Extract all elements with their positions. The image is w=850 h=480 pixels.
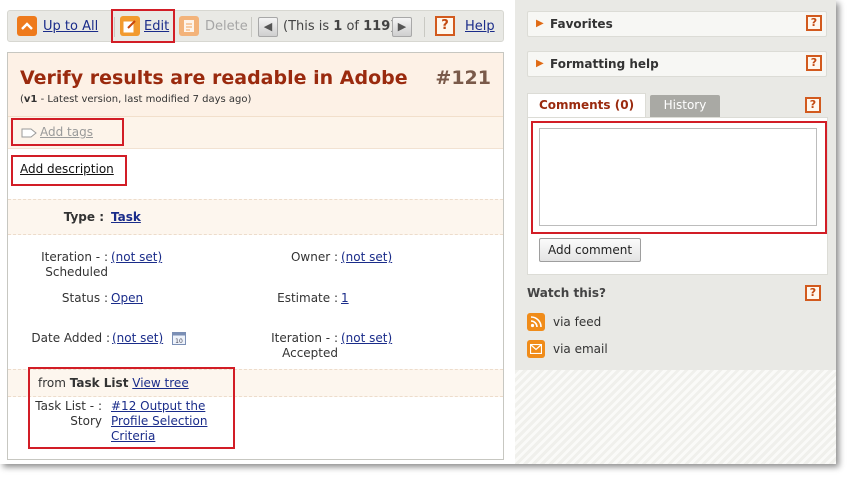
from-prefix: from <box>38 376 70 390</box>
calendar-icon[interactable]: 10 <box>172 331 186 348</box>
estimate-label: Estimate : <box>277 291 338 305</box>
add-description-link[interactable]: Add description <box>20 162 114 176</box>
item-card: Verify results are readable in Adobe #12… <box>7 52 504 460</box>
up-to-all-label[interactable]: Up to All <box>43 16 98 38</box>
pager: ◀ (This is 1 of 119) ▶ <box>258 16 414 38</box>
version-info: (v1 - Latest version, last modified 7 da… <box>20 94 251 105</box>
via-feed-label[interactable]: via feed <box>553 315 601 329</box>
next-arrow-icon[interactable]: ▶ <box>392 17 412 37</box>
pager-current: 1 <box>333 19 343 34</box>
item-number: #121 <box>435 67 491 89</box>
toolbar: Up to All Edit Delete ◀ (This is 1 of 11… <box>7 10 504 42</box>
via-email-label[interactable]: via email <box>553 342 608 356</box>
date-added-label: Date Added : <box>31 331 110 345</box>
iteration-scheduled-label: Iteration - : Scheduled <box>18 250 108 280</box>
formatting-help-label: Formatting help <box>550 57 659 71</box>
comments-help-icon[interactable]: ? <box>805 97 821 113</box>
status-label: Status : <box>61 291 108 305</box>
help-label[interactable]: Help <box>465 16 495 38</box>
svg-text:10: 10 <box>175 338 183 345</box>
type-label: Type : <box>63 210 104 224</box>
owner-label: Owner : <box>290 250 338 264</box>
iteration-scheduled-value[interactable]: (not set) <box>111 250 162 265</box>
formatting-help-section[interactable]: ▶ Formatting help ? <box>527 51 827 77</box>
delete-document-icon <box>179 16 199 36</box>
delete-label: Delete <box>205 19 248 34</box>
version-number: v1 <box>23 94 38 105</box>
favorites-help-icon[interactable]: ? <box>806 15 822 31</box>
watch-title: Watch this? <box>527 286 606 300</box>
item-header: Verify results are readable in Adobe #12… <box>8 53 503 117</box>
toolbar-divider <box>251 17 252 37</box>
tag-icon <box>21 126 37 143</box>
tab-history[interactable]: History <box>650 95 720 117</box>
up-to-all-button[interactable]: Up to All <box>17 16 107 38</box>
edit-button[interactable]: Edit <box>120 16 172 38</box>
iteration-accepted-value[interactable]: (not set) <box>341 331 392 346</box>
watch-help-icon[interactable]: ? <box>805 285 821 301</box>
version-note: - Latest version, last modified 7 days a… <box>37 94 252 105</box>
expand-arrow-icon: ▶ <box>536 18 544 29</box>
view-tree-link[interactable]: View tree <box>132 376 188 390</box>
previous-arrow-icon[interactable]: ◀ <box>258 17 278 37</box>
from-row: from Task List View tree <box>8 369 503 397</box>
add-tags-link[interactable]: Add tags <box>40 125 93 139</box>
story-label-line1: Task List - : <box>35 399 102 413</box>
pager-total: 119 <box>363 19 391 34</box>
tags-row: Add tags <box>8 117 503 149</box>
sidebar-background-pattern <box>515 370 836 464</box>
formatting-help-icon[interactable]: ? <box>806 55 822 71</box>
toolbar-divider <box>114 17 115 37</box>
expand-arrow-icon: ▶ <box>536 58 544 69</box>
via-email-link[interactable]: via email <box>527 340 647 360</box>
email-envelope-icon <box>527 340 545 358</box>
story-label-line2: Story <box>70 414 102 428</box>
pager-prefix: (This is <box>283 19 334 34</box>
add-comment-button[interactable]: Add comment <box>539 238 641 262</box>
item-title: Verify results are readable in Adobe <box>20 67 408 89</box>
story-label: Task List - : Story <box>18 399 102 429</box>
edit-label[interactable]: Edit <box>144 16 169 38</box>
toolbar-divider <box>424 17 425 37</box>
iteration-accepted-label-line1: Iteration - : <box>271 331 338 345</box>
story-link-line1[interactable]: #12 Output the <box>111 399 205 413</box>
iteration-scheduled-label-line2: Scheduled <box>45 265 108 279</box>
type-value-link[interactable]: Task <box>111 210 141 225</box>
tab-comments[interactable]: Comments (0) <box>527 93 646 117</box>
iteration-accepted-label: Iteration - : Accepted <box>248 331 338 361</box>
description-row: Add description <box>8 149 503 199</box>
help-icon: ? <box>435 16 455 36</box>
help-button[interactable]: ? Help <box>435 16 497 38</box>
iteration-accepted-label-line2: Accepted <box>282 346 338 360</box>
pager-text: (This is 1 of 119) <box>283 16 395 38</box>
rss-feed-icon <box>527 313 545 331</box>
type-row: Type : Task <box>8 199 503 235</box>
from-text: from Task List View tree <box>38 376 189 390</box>
status-value[interactable]: Open <box>111 291 143 306</box>
delete-button[interactable]: Delete <box>179 16 249 38</box>
favorites-label: Favorites <box>550 17 613 31</box>
edit-pencil-icon <box>120 16 140 36</box>
story-link-line3[interactable]: Criteria <box>111 429 155 443</box>
from-type: Task List <box>69 376 129 390</box>
favorites-section[interactable]: ▶ Favorites ? <box>527 11 827 37</box>
up-arrow-icon <box>17 16 37 36</box>
via-feed-link[interactable]: via feed <box>527 313 647 333</box>
iteration-scheduled-label-line1: Iteration - : <box>41 250 108 264</box>
comment-textarea[interactable] <box>539 128 817 226</box>
owner-value[interactable]: (not set) <box>341 250 392 265</box>
date-added-value[interactable]: (not set) <box>112 331 163 346</box>
story-link-line2[interactable]: Profile Selection <box>111 414 207 428</box>
pager-mid: of <box>342 19 364 34</box>
estimate-value[interactable]: 1 <box>341 291 349 306</box>
story-link[interactable]: #12 Output the Profile Selection Criteria <box>111 399 207 444</box>
